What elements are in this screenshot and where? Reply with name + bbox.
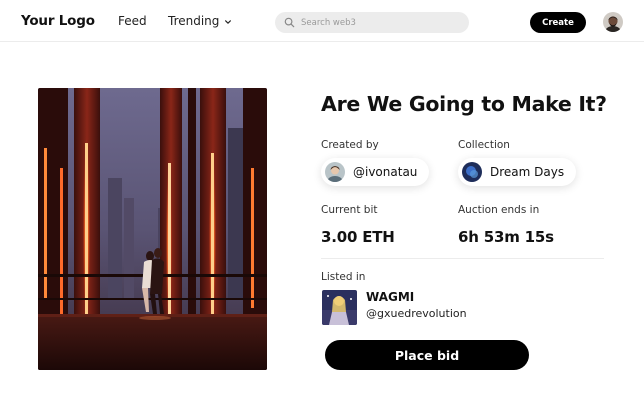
- create-button[interactable]: Create: [530, 12, 586, 33]
- nft-title: Are We Going to Make It?: [321, 92, 607, 116]
- created-by-label: Created by: [321, 139, 379, 151]
- auction-countdown: 6h 53m 15s: [458, 228, 554, 246]
- collection-name: Dream Days: [490, 165, 565, 179]
- creator-handle: @ivonatau: [353, 165, 418, 179]
- search-bar[interactable]: [275, 12, 469, 33]
- collection-avatar: [462, 162, 482, 182]
- nft-artwork-image[interactable]: [38, 88, 267, 370]
- search-input[interactable]: [301, 17, 461, 28]
- user-avatar[interactable]: [603, 12, 623, 32]
- current-bid-value: 3.00 ETH: [321, 228, 395, 246]
- top-navbar: Your Logo Feed Trending Create: [0, 0, 644, 42]
- place-bid-button[interactable]: Place bid: [325, 340, 529, 370]
- nav-trending-label: Trending: [168, 14, 220, 28]
- creator-avatar: [325, 162, 345, 182]
- collection-chip[interactable]: Dream Days: [458, 158, 577, 186]
- listed-collection-handle[interactable]: @gxuedrevolution: [366, 307, 467, 320]
- collection-label: Collection: [458, 139, 510, 151]
- search-icon: [284, 17, 295, 28]
- current-bid-label: Current bit: [321, 204, 378, 216]
- auction-ends-label: Auction ends in: [458, 204, 540, 216]
- chevron-down-icon: [225, 19, 232, 24]
- listed-collection-thumbnail[interactable]: [322, 290, 357, 325]
- listed-in-label: Listed in: [321, 271, 366, 283]
- creator-chip[interactable]: @ivonatau: [321, 158, 430, 186]
- divider: [321, 258, 604, 259]
- nav-trending-dropdown[interactable]: Trending: [168, 14, 232, 28]
- nav-feed-link[interactable]: Feed: [118, 14, 147, 28]
- listed-collection-name[interactable]: WAGMI: [366, 290, 414, 304]
- logo[interactable]: Your Logo: [21, 13, 95, 29]
